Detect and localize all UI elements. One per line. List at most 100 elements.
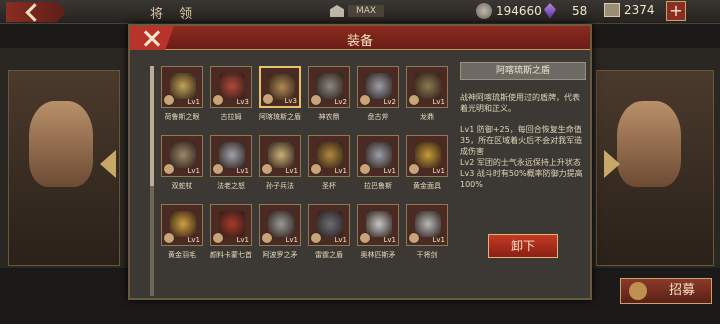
hero-portrait bbox=[617, 101, 681, 187]
equipment-item[interactable]: Lv1 黄金面具 bbox=[405, 135, 449, 201]
equipment-slot[interactable]: Lv1 bbox=[406, 135, 448, 177]
hero-avatar bbox=[163, 163, 175, 175]
max-indicator: MAX bbox=[330, 5, 385, 17]
equipment-slot[interactable]: Lv1 bbox=[406, 204, 448, 246]
equipment-name: 古拉姆 bbox=[220, 113, 242, 121]
coin-icon bbox=[476, 3, 492, 19]
modal-header: 装备 bbox=[130, 26, 590, 50]
equipment-item[interactable]: Lv1 双蛇杖 bbox=[160, 135, 204, 201]
gem-icon bbox=[544, 3, 556, 19]
back-button[interactable] bbox=[6, 2, 66, 22]
equipment-slot[interactable]: Lv1 bbox=[210, 135, 252, 177]
hero-avatar bbox=[163, 232, 175, 244]
equipment-icon bbox=[219, 142, 245, 168]
equipment-slot[interactable]: Lv1 bbox=[406, 66, 448, 108]
level-label: Lv1 bbox=[285, 167, 299, 175]
equipment-slot[interactable]: Lv1 bbox=[357, 135, 399, 177]
equipment-slot[interactable]: Lv1 bbox=[161, 66, 203, 108]
recruit-button[interactable]: 招募 bbox=[620, 278, 712, 304]
equipment-item[interactable]: Lv2 盘古斧 bbox=[356, 66, 400, 132]
equipment-name: 颜料卡蒙七首 bbox=[210, 251, 252, 259]
equipment-item[interactable]: Lv1 龙鼎 bbox=[405, 66, 449, 132]
equipment-item[interactable]: Lv1 干将剑 bbox=[405, 204, 449, 270]
hero-card-left[interactable] bbox=[8, 70, 120, 266]
box-counter: 2374 bbox=[604, 3, 655, 17]
effect-line: Lv2 军团的士气永远保持上升状态 bbox=[460, 158, 581, 167]
equipment-icon bbox=[170, 211, 196, 237]
equipment-name: 法老之怒 bbox=[217, 182, 245, 190]
unequip-button[interactable]: 卸下 bbox=[488, 234, 558, 258]
equipment-slot[interactable]: Lv1 bbox=[357, 204, 399, 246]
level-label: Lv1 bbox=[383, 167, 397, 175]
equipment-icon bbox=[170, 73, 196, 99]
equipment-name: 黄金羽毛 bbox=[168, 251, 196, 259]
equipment-name: 阿喀琉斯之盾 bbox=[259, 113, 301, 121]
equipment-slot[interactable]: Lv3 bbox=[210, 66, 252, 108]
hero-avatar bbox=[408, 232, 420, 244]
add-resource-button[interactable]: + bbox=[666, 1, 686, 21]
equipment-item[interactable]: Lv3 阿喀琉斯之盾 bbox=[258, 66, 302, 132]
level-label: Lv1 bbox=[383, 236, 397, 244]
level-label: Lv1 bbox=[432, 236, 446, 244]
level-label: Lv1 bbox=[187, 236, 201, 244]
equipment-item[interactable]: Lv1 雷霆之盾 bbox=[307, 204, 351, 270]
equipment-item[interactable]: Lv1 颜料卡蒙七首 bbox=[209, 204, 253, 270]
equipment-item[interactable]: Lv1 圣杯 bbox=[307, 135, 351, 201]
equipment-item[interactable]: Lv3 古拉姆 bbox=[209, 66, 253, 132]
equipment-item[interactable]: Lv1 孙子兵法 bbox=[258, 135, 302, 201]
scrollbar-thumb[interactable] bbox=[150, 66, 154, 186]
equipment-icon bbox=[366, 142, 392, 168]
level-label: Lv1 bbox=[432, 167, 446, 175]
hero-avatar bbox=[163, 94, 175, 106]
equipment-item[interactable]: Lv1 黄金羽毛 bbox=[160, 204, 204, 270]
equipment-slot[interactable]: Lv2 bbox=[308, 66, 350, 108]
equipment-name: 盘古斧 bbox=[367, 113, 389, 121]
level-label: Lv1 bbox=[236, 236, 250, 244]
equipment-icon bbox=[317, 73, 343, 99]
building-icon bbox=[330, 5, 344, 17]
equipment-item[interactable]: Lv1 拉巴鲁斯 bbox=[356, 135, 400, 201]
box-value: 2374 bbox=[624, 3, 655, 17]
equipment-name: 拉巴鲁斯 bbox=[364, 182, 392, 190]
equipment-name: 干将剑 bbox=[416, 251, 438, 259]
hero-avatar bbox=[359, 94, 371, 106]
equipment-grid: Lv1 荷鲁斯之眼 Lv3 古拉姆 Lv3 阿喀琉斯之盾 Lv2 神农鼎 Lv2 盘古斧 Lv1 龙鼎… bbox=[160, 66, 456, 270]
equipment-icon bbox=[415, 211, 441, 237]
equipment-item[interactable]: Lv1 法老之怒 bbox=[209, 135, 253, 201]
recruit-label: 招募 bbox=[669, 283, 696, 298]
detail-effects: Lv1 防御+25，每回合恢复生命值35，所在区域着火后不会对我军造成伤害 Lv2… bbox=[460, 124, 586, 190]
equipment-slot[interactable]: Lv1 bbox=[210, 204, 252, 246]
equipment-name: 双蛇杖 bbox=[171, 182, 193, 190]
equipment-icon bbox=[366, 211, 392, 237]
equipment-name: 神农鼎 bbox=[318, 113, 340, 121]
equipment-name: 阿波罗之矛 bbox=[262, 251, 298, 259]
equipment-icon bbox=[415, 142, 441, 168]
equipment-slot[interactable]: Lv3 bbox=[259, 66, 301, 108]
effect-line: Lv3 战斗时有50%概率防御力提高100% bbox=[460, 169, 583, 189]
equipment-item[interactable]: Lv1 阿波罗之矛 bbox=[258, 204, 302, 270]
level-label: Lv1 bbox=[334, 167, 348, 175]
equipment-item[interactable]: Lv1 奥林匹斯矛 bbox=[356, 204, 400, 270]
equipment-item[interactable]: Lv1 荷鲁斯之眼 bbox=[160, 66, 204, 132]
equipment-name: 雷霆之盾 bbox=[315, 251, 343, 259]
equipment-icon bbox=[366, 73, 392, 99]
equipment-slot[interactable]: Lv1 bbox=[161, 135, 203, 177]
equipment-slot[interactable]: Lv1 bbox=[308, 135, 350, 177]
equipment-slot[interactable]: Lv1 bbox=[161, 204, 203, 246]
hero-avatar bbox=[310, 232, 322, 244]
level-label: Lv2 bbox=[383, 98, 397, 106]
hero-avatar bbox=[310, 94, 322, 106]
hero-avatar bbox=[310, 163, 322, 175]
equipment-slot[interactable]: Lv2 bbox=[357, 66, 399, 108]
equipment-item[interactable]: Lv2 神农鼎 bbox=[307, 66, 351, 132]
top-bar: 将 领 MAX 194660 58 2374 + bbox=[0, 0, 720, 24]
detail-panel: 阿喀琉斯之盾 战神阿喀琉斯使用过的盾牌，代表着光明和正义。 Lv1 防御+25，… bbox=[460, 62, 586, 296]
equipment-slot[interactable]: Lv1 bbox=[308, 204, 350, 246]
equipment-slot[interactable]: Lv1 bbox=[259, 135, 301, 177]
coin-value: 194660 bbox=[496, 4, 542, 18]
max-label: MAX bbox=[348, 5, 385, 17]
equipment-slot[interactable]: Lv1 bbox=[259, 204, 301, 246]
hero-avatar bbox=[261, 163, 273, 175]
equipment-icon bbox=[219, 73, 245, 99]
gem-value: 58 bbox=[572, 4, 588, 18]
